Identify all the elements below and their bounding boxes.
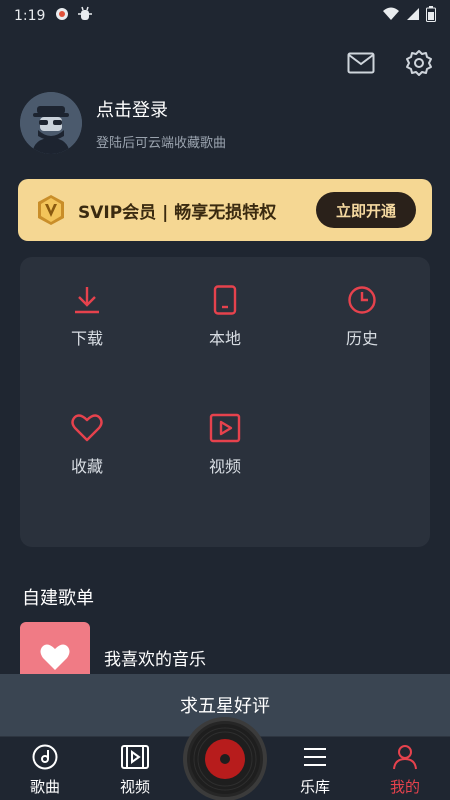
signal-icon (406, 7, 420, 25)
music-disc-icon (31, 743, 59, 771)
feature-favorites[interactable]: 收藏 (32, 411, 142, 491)
top-actions (346, 48, 434, 78)
vip-badge-icon (34, 193, 68, 227)
download-icon (70, 283, 104, 317)
feature-label: 本地 (208, 329, 241, 348)
login-title[interactable]: 点击登录 (96, 96, 226, 122)
avatar[interactable] (20, 92, 82, 154)
profile-text: 点击登录 登陆后可云端收藏歌曲 (96, 96, 226, 151)
feature-history[interactable]: 历史 (307, 283, 417, 363)
status-bar: 1:19 (0, 0, 450, 32)
tab-label: 乐库 (299, 778, 330, 796)
status-time: 1:19 (14, 8, 46, 24)
feature-video[interactable]: 视频 (170, 411, 280, 491)
tab-label: 歌曲 (29, 778, 60, 796)
svip-banner[interactable]: SVIP会员 | 畅享无损特权 立即开通 (18, 179, 432, 241)
phone-icon (208, 283, 242, 317)
bug-icon (77, 6, 93, 26)
section-title-custom-playlists: 自建歌单 (22, 588, 94, 609)
vinyl-record-icon (190, 724, 260, 794)
feature-card: 下载 本地 历史 收藏 视频 (20, 257, 430, 547)
feature-label: 视频 (208, 457, 241, 476)
mail-icon[interactable] (346, 48, 376, 78)
heart-icon (70, 411, 104, 445)
menu-icon (301, 743, 329, 771)
play-icon (208, 411, 242, 445)
playlist-name: 我喜欢的音乐 (104, 649, 206, 670)
login-subtitle: 登陆后可云端收藏歌曲 (96, 135, 227, 151)
feature-local[interactable]: 本地 (170, 283, 280, 363)
vip-text: SVIP会员 | 畅享无损特权 (78, 202, 277, 223)
battery-icon (426, 6, 436, 26)
now-playing-disc[interactable] (183, 717, 267, 800)
feature-label: 收藏 (70, 457, 103, 476)
profile-login[interactable]: 点击登录 登陆后可云端收藏歌曲 (20, 92, 226, 154)
tab-mine[interactable]: 我的 (370, 743, 440, 799)
feature-download[interactable]: 下载 (32, 283, 142, 363)
wifi-icon (382, 7, 400, 25)
tab-songs[interactable]: 歌曲 (10, 743, 80, 799)
feature-label: 下载 (70, 329, 103, 348)
video-icon (121, 743, 149, 771)
clock-icon (345, 283, 379, 317)
tab-label: 我的 (389, 778, 420, 796)
app-notification-icon (55, 7, 69, 25)
gear-icon[interactable] (404, 48, 434, 78)
tab-video[interactable]: 视频 (100, 743, 170, 799)
tab-label: 视频 (119, 778, 150, 796)
activate-vip-button[interactable]: 立即开通 (316, 192, 416, 228)
user-icon (391, 743, 419, 771)
feature-label: 历史 (345, 329, 378, 348)
tab-library[interactable]: 乐库 (280, 743, 350, 799)
